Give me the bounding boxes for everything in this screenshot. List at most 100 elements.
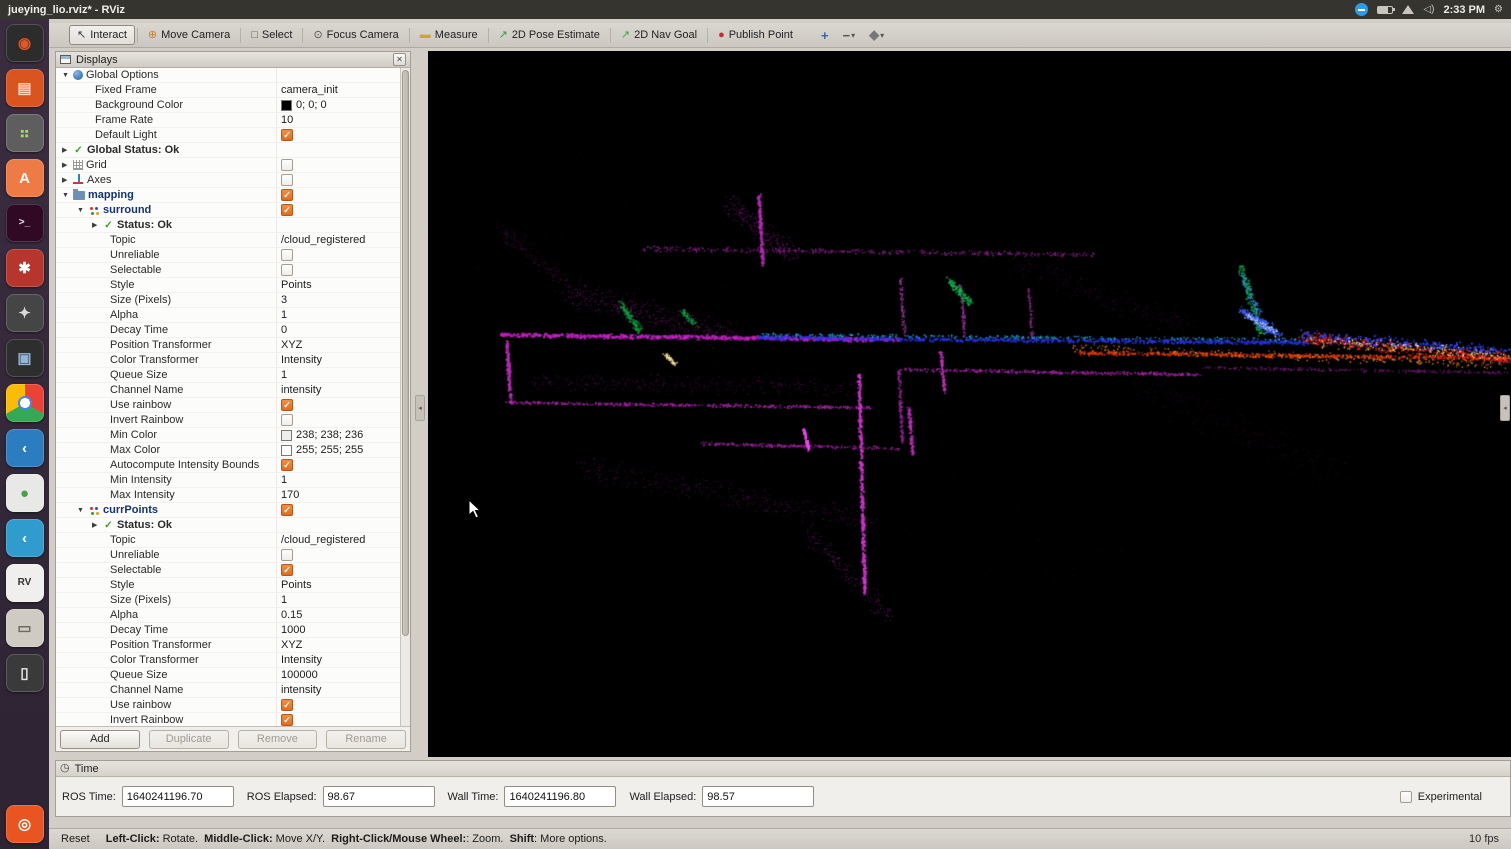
tree-row[interactable]: ▼Global Options xyxy=(56,68,410,83)
panel-splitter-handle[interactable]: ◂ xyxy=(415,395,425,421)
expander-open-icon[interactable]: ▼ xyxy=(62,72,73,79)
tree-row[interactable]: ▼currPoints✓ xyxy=(56,503,410,518)
tree-row[interactable]: Min Intensity1 xyxy=(56,473,410,488)
property-checkbox[interactable]: ✓ xyxy=(281,399,293,411)
expander-open-icon[interactable]: ▼ xyxy=(77,507,88,514)
launcher-rviz[interactable]: RV xyxy=(6,564,44,602)
tool-measure[interactable]: ▬Measure xyxy=(412,25,486,45)
tree-row[interactable]: Size (Pixels)3 xyxy=(56,293,410,308)
tree-row[interactable]: Max Color255; 255; 255 xyxy=(56,443,410,458)
tree-row[interactable]: Min Color238; 238; 236 xyxy=(56,428,410,443)
displays-panel-header[interactable]: Displays ✕ xyxy=(56,52,410,68)
tree-row[interactable]: Max Intensity170 xyxy=(56,488,410,503)
tool-2d-nav-goal[interactable]: ↗2D Nav Goal xyxy=(613,25,705,45)
tree-row[interactable]: Color TransformerIntensity xyxy=(56,653,410,668)
launcher-workspace-bottom[interactable]: ◎ xyxy=(6,805,44,843)
property-checkbox[interactable]: ✓ xyxy=(281,459,293,471)
tool-select[interactable]: □Select xyxy=(243,25,300,45)
scrollbar-thumb[interactable] xyxy=(402,70,409,636)
tree-row[interactable]: Autocompute Intensity Bounds✓ xyxy=(56,458,410,473)
tree-row[interactable]: Alpha1 xyxy=(56,308,410,323)
tree-scrollbar[interactable] xyxy=(400,68,410,726)
tree-row[interactable]: Use rainbow✓ xyxy=(56,698,410,713)
tree-row[interactable]: Selectable✓ xyxy=(56,563,410,578)
add-button[interactable]: Add xyxy=(60,730,140,749)
tree-row[interactable]: ▶Grid xyxy=(56,158,410,173)
tree-row[interactable]: Decay Time1000 xyxy=(56,623,410,638)
launcher-display-app[interactable]: ▯ xyxy=(6,654,44,692)
expander-open-icon[interactable]: ▼ xyxy=(62,192,73,199)
tree-row[interactable]: Channel Nameintensity xyxy=(56,683,410,698)
expander-closed-icon[interactable]: ▶ xyxy=(92,521,103,529)
launcher-sphere-app[interactable]: ● xyxy=(6,474,44,512)
session-gear-icon[interactable]: ⚙ xyxy=(1494,4,1503,15)
network-icon[interactable] xyxy=(1402,5,1414,14)
launcher-dash[interactable]: ◉ xyxy=(6,24,44,62)
tree-row[interactable]: Position TransformerXYZ xyxy=(56,638,410,653)
tree-row[interactable]: Position TransformerXYZ xyxy=(56,338,410,353)
tree-row[interactable]: Unreliable xyxy=(56,548,410,563)
clock[interactable]: 2:33 PM xyxy=(1443,4,1485,16)
property-checkbox[interactable] xyxy=(281,174,293,186)
remove-button[interactable]: Remove xyxy=(238,730,318,749)
property-checkbox[interactable]: ✓ xyxy=(281,129,293,141)
tree-row[interactable]: Decay Time0 xyxy=(56,323,410,338)
tree-row[interactable]: StylePoints xyxy=(56,278,410,293)
add-tool-button[interactable]: + xyxy=(817,27,833,44)
launcher-files[interactable]: ▤ xyxy=(6,69,44,107)
tree-row[interactable]: Fixed Framecamera_init xyxy=(56,83,410,98)
expander-closed-icon[interactable]: ▶ xyxy=(62,176,73,184)
property-checkbox[interactable]: ✓ xyxy=(281,189,293,201)
volume-icon[interactable]: ◁) xyxy=(1423,4,1434,15)
property-checkbox[interactable] xyxy=(281,264,293,276)
tree-row[interactable]: Color TransformerIntensity xyxy=(56,353,410,368)
tree-row[interactable]: ▼mapping✓ xyxy=(56,188,410,203)
property-checkbox[interactable] xyxy=(281,549,293,561)
tool-properties-button[interactable]: ◆▾ xyxy=(865,26,888,44)
launcher-system-settings[interactable]: ✱ xyxy=(6,249,44,287)
tree-row[interactable]: ▶✓Status: Ok xyxy=(56,518,410,533)
tree-row[interactable]: Background Color0; 0; 0 xyxy=(56,98,410,113)
tree-row[interactable]: Frame Rate10 xyxy=(56,113,410,128)
launcher-chrome[interactable] xyxy=(6,384,44,422)
tree-row[interactable]: Invert Rainbow✓ xyxy=(56,713,410,727)
input-indicator-icon[interactable] xyxy=(1355,3,1368,16)
tree-row[interactable]: Channel Nameintensity xyxy=(56,383,410,398)
wall-time-input[interactable] xyxy=(504,786,616,807)
property-checkbox[interactable]: ✓ xyxy=(281,204,293,216)
panel-close-button[interactable]: ✕ xyxy=(393,53,406,66)
rename-button[interactable]: Rename xyxy=(326,730,406,749)
property-checkbox[interactable] xyxy=(281,249,293,261)
ros-elapsed-input[interactable] xyxy=(323,786,435,807)
ros-time-input[interactable] xyxy=(122,786,234,807)
reset-button[interactable]: Reset xyxy=(61,833,90,845)
battery-icon[interactable] xyxy=(1377,6,1393,14)
property-checkbox[interactable]: ✓ xyxy=(281,699,293,711)
right-splitter-handle[interactable]: ◂ xyxy=(1500,395,1510,421)
tool-2d-pose-estimate[interactable]: ↗2D Pose Estimate xyxy=(491,25,608,45)
tree-row[interactable]: ▼surround✓ xyxy=(56,203,410,218)
tree-row[interactable]: Size (Pixels)1 xyxy=(56,593,410,608)
tree-row[interactable]: ▶Axes xyxy=(56,173,410,188)
tree-row[interactable]: Use rainbow✓ xyxy=(56,398,410,413)
experimental-checkbox[interactable] xyxy=(1400,791,1412,803)
tree-row[interactable]: Default Light✓ xyxy=(56,128,410,143)
launcher-software-center[interactable]: ⠶ xyxy=(6,114,44,152)
launcher-terminal[interactable]: >_ xyxy=(6,204,44,242)
launcher-tweak-tool[interactable]: ✦ xyxy=(6,294,44,332)
tree-row[interactable]: Unreliable xyxy=(56,248,410,263)
tree-row[interactable]: Queue Size100000 xyxy=(56,668,410,683)
expander-closed-icon[interactable]: ▶ xyxy=(92,221,103,229)
remove-tool-button[interactable]: −▾ xyxy=(839,27,860,44)
property-checkbox[interactable]: ✓ xyxy=(281,564,293,576)
time-panel-header[interactable]: ◷ Time xyxy=(56,761,1510,777)
launcher-media-app[interactable]: ▣ xyxy=(6,339,44,377)
launcher-vscode-insiders[interactable]: ‹ xyxy=(6,519,44,557)
wall-elapsed-input[interactable] xyxy=(702,786,814,807)
tree-row[interactable]: Topic/cloud_registered xyxy=(56,533,410,548)
tree-row[interactable]: Topic/cloud_registered xyxy=(56,233,410,248)
duplicate-button[interactable]: Duplicate xyxy=(149,730,229,749)
tool-focus-camera[interactable]: ⊙Focus Camera xyxy=(305,25,406,45)
3d-viewport[interactable] xyxy=(428,51,1511,757)
tool-interact[interactable]: ↖Interact xyxy=(69,25,135,45)
